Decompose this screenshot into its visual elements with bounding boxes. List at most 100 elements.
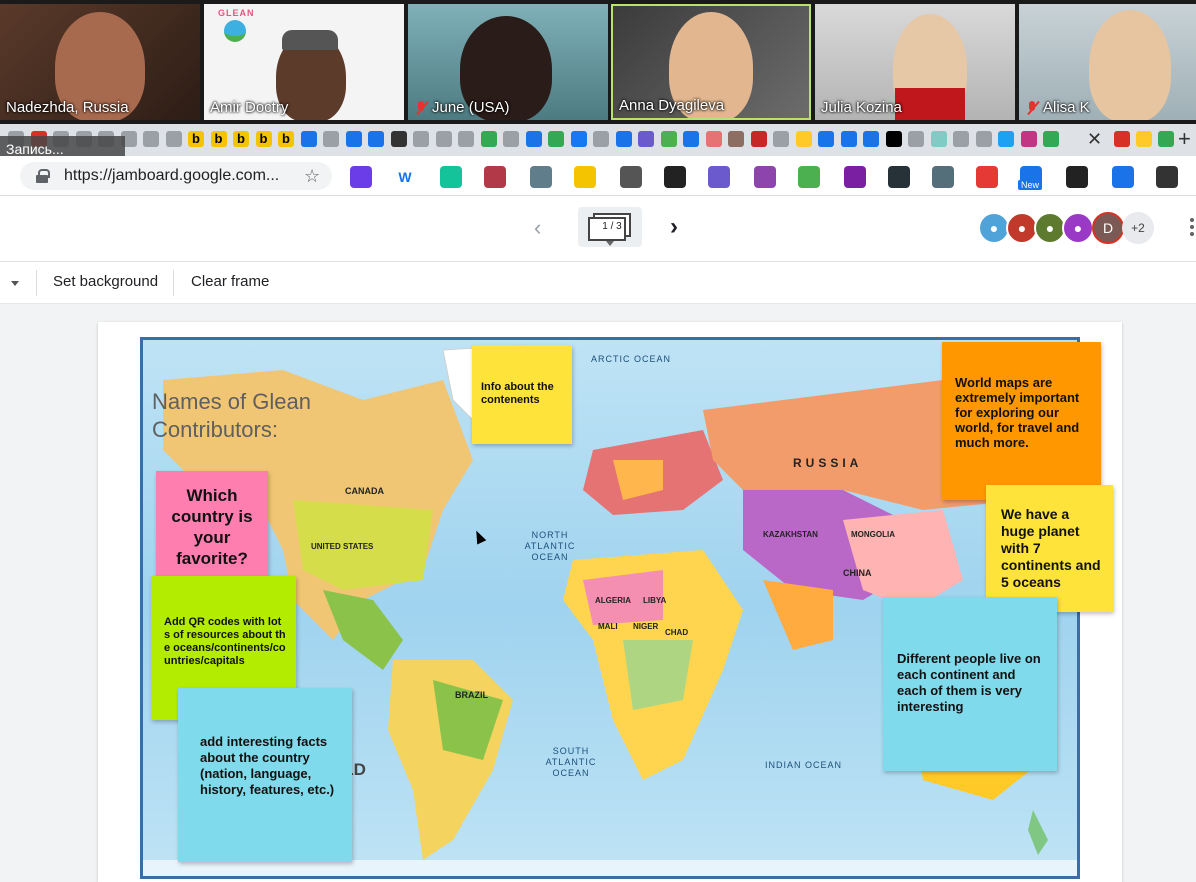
grid-icon[interactable]: [976, 166, 998, 188]
tab-favicon-icon[interactable]: [683, 131, 699, 147]
window-icon[interactable]: [1112, 166, 1134, 188]
ext-purple-icon[interactable]: [350, 166, 372, 188]
tab-favicon-icon[interactable]: [165, 131, 182, 147]
ocean-label: NORTH ATLANTIC OCEAN: [524, 530, 576, 562]
car-icon[interactable]: [484, 166, 506, 188]
participant-tile-active[interactable]: Anna Dyagileva: [611, 4, 811, 120]
tab-favicon-icon[interactable]: [975, 131, 992, 147]
sticky-note-text: add interesting facts about the country …: [200, 734, 335, 797]
m-icon[interactable]: [844, 166, 866, 188]
chevron-down-icon[interactable]: [11, 281, 19, 286]
tab-favicon-icon[interactable]: [458, 131, 474, 147]
new-tab-icon[interactable]: +: [1178, 126, 1191, 152]
tab-favicon-icon[interactable]: [795, 131, 812, 147]
tab-favicon-icon[interactable]: [480, 131, 497, 147]
tab-favicon-icon[interactable]: b: [255, 131, 272, 147]
tab-favicon-icon[interactable]: [705, 131, 722, 147]
tab-favicon-icon[interactable]: [525, 131, 542, 147]
set-background-button[interactable]: Set background: [53, 273, 158, 290]
avatar[interactable]: D: [1092, 212, 1124, 244]
tab-favicon-icon[interactable]: [998, 131, 1014, 147]
sticky-note[interactable]: Which country is your favorite?: [156, 471, 268, 581]
glean-logo-text: GLEAN: [218, 8, 255, 18]
w-icon[interactable]: W: [394, 166, 416, 188]
tab-favicon-icon[interactable]: [570, 131, 587, 147]
tab-favicon-icon[interactable]: [368, 131, 384, 147]
tab-favicon-icon[interactable]: [390, 131, 407, 147]
participant-tile[interactable]: Julia Kozina: [815, 4, 1015, 120]
tab-favicon-icon[interactable]: [413, 131, 429, 147]
cursor-tool-icon[interactable]: [888, 166, 910, 188]
sticky-note[interactable]: Info about the contenents: [472, 345, 572, 444]
country-label: NIGER: [633, 622, 659, 631]
sticky-note[interactable]: World maps are extremely important for e…: [942, 342, 1101, 500]
film-icon[interactable]: [664, 166, 686, 188]
more-collaborators[interactable]: +2: [1122, 212, 1154, 244]
gauge-icon[interactable]: [932, 166, 954, 188]
box-icon[interactable]: [798, 166, 820, 188]
participant-tile[interactable]: GLEAN Amir Doctry: [204, 4, 404, 120]
note-icon[interactable]: [574, 166, 596, 188]
tab-favicon-icon[interactable]: [345, 131, 362, 147]
tab-favicon-icon[interactable]: [818, 131, 834, 147]
tab-favicon-icon[interactable]: b: [233, 131, 249, 147]
participant-tile[interactable]: Alisa K: [1019, 4, 1196, 120]
tab-favicon-icon[interactable]: [840, 131, 857, 147]
tab-favicon-icon[interactable]: [1114, 131, 1130, 147]
sticky-note[interactable]: We have a huge planet with 7 continents …: [986, 485, 1113, 612]
avatar[interactable]: ●: [1062, 212, 1094, 244]
tab-favicon-icon[interactable]: [953, 131, 969, 147]
tab-favicon-icon[interactable]: [323, 131, 339, 147]
lock-icon[interactable]: [36, 169, 50, 183]
tab-favicon-icon[interactable]: [930, 131, 947, 147]
pdf-icon[interactable]: [754, 166, 776, 188]
tab-favicon-icon[interactable]: [1043, 131, 1059, 147]
dropper-icon[interactable]: [620, 166, 642, 188]
tab-favicon-icon[interactable]: [863, 131, 879, 147]
more-options-icon[interactable]: [1190, 218, 1194, 238]
tab-favicon-icon[interactable]: [773, 131, 789, 147]
grammarly-icon[interactable]: [440, 166, 462, 188]
tab-favicon-icon[interactable]: [885, 131, 902, 147]
sticky-note[interactable]: add interesting facts about the country …: [178, 688, 352, 862]
tab-favicon-icon[interactable]: [1020, 131, 1037, 147]
clock-icon[interactable]: [530, 166, 552, 188]
tab-favicon-icon[interactable]: [1158, 131, 1174, 147]
participant-tile[interactable]: Nadezhda, Russia: [0, 4, 200, 120]
next-frame-button[interactable]: ›: [670, 213, 678, 241]
tab-favicon-icon[interactable]: [593, 131, 609, 147]
tab-favicon-icon[interactable]: [300, 131, 317, 147]
tab-favicon-icon[interactable]: [638, 131, 654, 147]
tab-favicon-icon[interactable]: [908, 131, 924, 147]
tab-favicon-icon[interactable]: b: [278, 131, 294, 147]
tab-favicon-icon[interactable]: [660, 131, 677, 147]
participant-tile[interactable]: June (USA): [408, 4, 608, 120]
tab-favicon-icon[interactable]: [503, 131, 519, 147]
clear-frame-button[interactable]: Clear frame: [191, 273, 269, 290]
tab-favicon-icon[interactable]: [615, 131, 632, 147]
screen-icon[interactable]: [1066, 166, 1088, 188]
new-badge: New: [1018, 180, 1043, 190]
flower-icon[interactable]: [708, 166, 730, 188]
url-text[interactable]: https://jamboard.google.com...: [64, 167, 279, 185]
participant-name: Alisa K: [1025, 99, 1090, 116]
tab-favicon-icon[interactable]: [1136, 131, 1152, 147]
tab-favicon-icon[interactable]: [750, 131, 767, 147]
tab-favicon-icon[interactable]: b: [210, 131, 227, 147]
prev-frame-button[interactable]: ‹: [534, 215, 541, 241]
tab-favicon-icon[interactable]: [728, 131, 744, 147]
participant-name: June (USA): [414, 99, 510, 116]
board-title-text[interactable]: Names of Glean Contributors:: [152, 388, 327, 444]
sticky-note-text: Which country is your favorite?: [171, 486, 253, 568]
tab-favicon-icon[interactable]: [548, 131, 564, 147]
tab-favicon-icon[interactable]: [143, 131, 159, 147]
tab-favicon-icon[interactable]: [435, 131, 452, 147]
mic-muted-icon: [1025, 100, 1039, 116]
frame-selector[interactable]: 1 / 3: [578, 207, 642, 247]
dots-icon[interactable]: [1156, 166, 1178, 188]
screen: Nadezhda, Russia GLEAN Amir Doctry June …: [0, 0, 1196, 882]
tab-favicon-icon[interactable]: b: [188, 131, 204, 147]
close-tab-icon[interactable]: ✕: [1087, 129, 1102, 150]
sticky-note[interactable]: Different people live on each continent …: [883, 597, 1057, 771]
bookmark-star-icon[interactable]: ☆: [304, 166, 320, 187]
